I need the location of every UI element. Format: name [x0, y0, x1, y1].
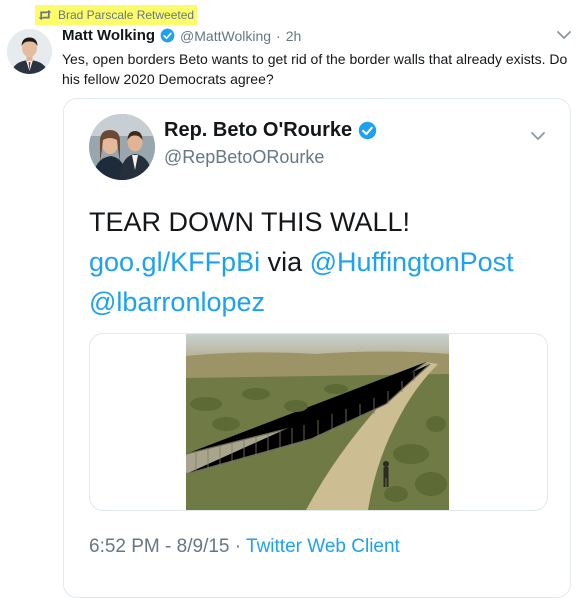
retweet-context[interactable]: Brad Parscale Retweeted [35, 5, 197, 25]
quoted-time[interactable]: 6:52 PM [89, 536, 160, 557]
meta-separator: · [229, 536, 247, 557]
quoted-text-part: via [260, 247, 310, 277]
quoted-tweet[interactable]: Rep. Beto O'Rourke @RepBetoORourke TEAR … [63, 98, 571, 598]
mention-huffingtonpost[interactable]: @HuffingtonPost [310, 247, 514, 277]
quoted-link[interactable]: goo.gl/KFFpBi [89, 247, 260, 277]
quoted-tweet-text: TEAR DOWN THIS WALL! goo.gl/KFFpBi via @… [89, 202, 519, 322]
mention-lbarronlopez[interactable]: @lbarronlopez [89, 287, 265, 317]
meta-separator: - [159, 536, 177, 557]
author-handle[interactable]: @MattWolking [180, 28, 271, 44]
chevron-down-icon[interactable] [530, 131, 546, 141]
quoted-avatar[interactable] [89, 114, 155, 180]
verified-badge-icon [358, 121, 377, 140]
tweet-text: Yes, open borders Beto wants to get rid … [62, 51, 568, 87]
media-card[interactable] [89, 333, 548, 511]
tweet-meta: 6:52 PM - 8/9/15 · Twitter Web Client [89, 536, 400, 558]
quoted-text-part: TEAR DOWN THIS WALL! [89, 207, 411, 237]
retweet-icon [38, 10, 52, 20]
author-name[interactable]: Matt Wolking [62, 27, 155, 44]
avatar[interactable] [7, 29, 52, 74]
quoted-date[interactable]: 8/9/15 [177, 536, 230, 557]
verified-badge-icon [160, 28, 175, 43]
chevron-down-icon[interactable] [556, 30, 572, 40]
quoted-author-handle[interactable]: @RepBetoORourke [164, 147, 324, 168]
meta-separator: · [276, 27, 281, 44]
quoted-author-name[interactable]: Rep. Beto O'Rourke [164, 119, 352, 142]
border-wall-photo[interactable] [186, 334, 449, 510]
tweet-source[interactable]: Twitter Web Client [246, 536, 400, 557]
retweet-label: Brad Parscale Retweeted [58, 8, 195, 22]
tweet-time[interactable]: 2h [286, 28, 302, 44]
